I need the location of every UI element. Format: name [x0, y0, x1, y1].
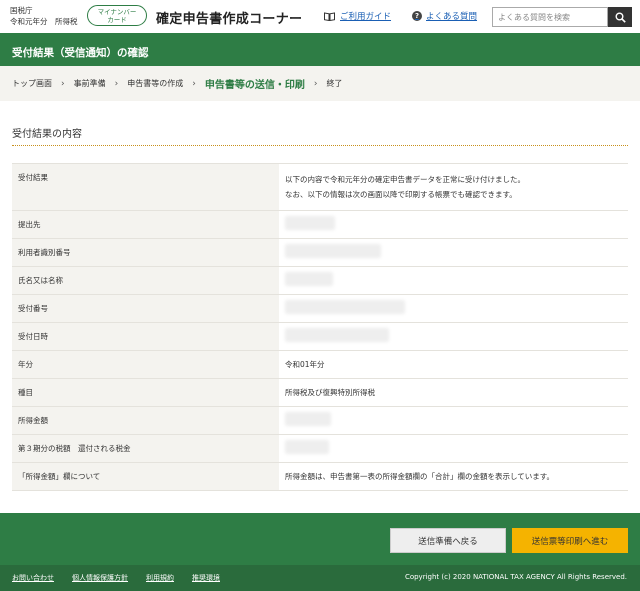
redacted-value: [285, 272, 333, 286]
page-title: 受付結果（受信通知）の確認: [0, 33, 640, 66]
search-button[interactable]: [608, 7, 632, 27]
table-row: 種目 所得税及び復興特別所得税: [12, 378, 628, 407]
row-value-redacted: [279, 434, 628, 463]
faq-label: よくある質問: [426, 12, 478, 22]
agency-subtitle: 令和元年分 所得税: [10, 17, 78, 26]
redacted-value: [285, 300, 405, 314]
action-bar: 送信準備へ戻る 送信票等印刷へ進む: [0, 513, 640, 565]
footer-link-privacy[interactable]: 個人情報保護方針: [72, 573, 128, 583]
faq-search-input[interactable]: [492, 7, 608, 27]
row-label: 所得金額: [12, 406, 279, 435]
breadcrumb-item-send-print: 申告書等の送信・印刷: [204, 80, 305, 91]
section-divider: [12, 145, 628, 146]
breadcrumb-item-top: トップ画面: [12, 79, 52, 88]
agency-logo[interactable]: 国税庁 令和元年分 所得税: [10, 5, 78, 27]
table-row: 「所得金額」欄について 所得金額は、申告書第一表の所得金額欄の「合計」欄の金額を…: [12, 462, 628, 491]
redacted-value: [285, 244, 381, 258]
breadcrumb-item-preparation: 事前準備: [73, 79, 106, 88]
row-value-redacted: [279, 238, 628, 267]
row-value-redacted: [279, 322, 628, 351]
row-label: 年分: [12, 350, 279, 379]
row-label: 「所得金額」欄について: [12, 462, 279, 491]
site-header: 国税庁 令和元年分 所得税 マイナンバー カード 確定申告書作成コーナー ご利用…: [0, 0, 640, 33]
chevron-right-icon: ›: [114, 78, 119, 89]
back-to-send-prep-button[interactable]: 送信準備へ戻る: [390, 528, 506, 553]
chevron-right-icon: ›: [192, 78, 196, 89]
row-value: 所得金額は、申告書第一表の所得金額欄の「合計」欄の金額を表示しています。: [279, 462, 628, 491]
row-label: 受付番号: [12, 294, 279, 323]
breadcrumb-item-finish: 終了: [326, 79, 343, 88]
row-label: 種目: [12, 378, 279, 407]
table-row: 氏名又は名称: [12, 266, 628, 295]
user-guide-link[interactable]: ご利用ガイド: [324, 10, 391, 22]
row-label: 受付結果: [12, 163, 279, 211]
agency-name: 国税庁: [10, 6, 33, 15]
proceed-to-print-button[interactable]: 送信票等印刷へ進む: [512, 528, 628, 553]
result-message-line1: 以下の内容で令和元年分の確定申告書データを正常に受け付けました。: [285, 175, 525, 184]
result-message-line2: なお、以下の情報は次の画面以降で印刷する帳票でも確認できます。: [285, 190, 517, 199]
table-row: 第３期分の税額 還付される税金: [12, 434, 628, 463]
breadcrumb: トップ画面 › 事前準備 › 申告書等の作成 › 申告書等の送信・印刷 › 終了: [0, 66, 640, 101]
row-label: 第３期分の税額 還付される税金: [12, 434, 279, 463]
book-icon: [324, 11, 335, 21]
redacted-value: [285, 440, 329, 454]
row-value-redacted: [279, 210, 628, 239]
mynumber-card-badge: マイナンバー カード: [87, 5, 147, 26]
chevron-right-icon: ›: [313, 78, 318, 89]
table-row: 受付結果 以下の内容で令和元年分の確定申告書データを正常に受け付けました。 なお…: [12, 163, 628, 211]
chevron-right-icon: ›: [61, 78, 65, 89]
row-value-redacted: [279, 294, 628, 323]
table-row: 年分 令和01年分: [12, 350, 628, 379]
footer-link-contact[interactable]: お問い合わせ: [12, 573, 54, 583]
table-row: 提出先: [12, 210, 628, 239]
row-value-redacted: [279, 406, 628, 435]
table-row: 受付日時: [12, 322, 628, 351]
breadcrumb-item-create: 申告書等の作成: [127, 79, 184, 88]
row-label: 受付日時: [12, 322, 279, 351]
footer-link-environment[interactable]: 推奨環境: [192, 573, 220, 583]
search-icon: [615, 12, 626, 23]
row-label: 氏名又は名称: [12, 266, 279, 295]
row-label: 利用者識別番号: [12, 238, 279, 267]
footer-links: お問い合わせ 個人情報保護方針 利用規約 推奨環境: [12, 573, 220, 583]
row-value: 以下の内容で令和元年分の確定申告書データを正常に受け付けました。 なお、以下の情…: [279, 163, 628, 211]
result-table: 受付結果 以下の内容で令和元年分の確定申告書データを正常に受け付けました。 なお…: [12, 163, 628, 491]
table-row: 受付番号: [12, 294, 628, 323]
copyright-text: Copyright (c) 2020 NATIONAL TAX AGENCY A…: [404, 573, 627, 581]
row-label: 提出先: [12, 210, 279, 239]
section-title: 受付結果の内容: [12, 129, 82, 140]
user-guide-label: ご利用ガイド: [340, 12, 392, 22]
table-row: 利用者識別番号: [12, 238, 628, 267]
question-icon: ?: [412, 11, 422, 21]
mynumber-badge-line2: カード: [107, 16, 127, 24]
redacted-value: [285, 412, 331, 426]
table-row: 所得金額: [12, 406, 628, 435]
mynumber-badge-line1: マイナンバー: [97, 8, 137, 16]
footer-link-terms[interactable]: 利用規約: [146, 573, 174, 583]
redacted-value: [285, 328, 389, 342]
faq-link[interactable]: ? よくある質問: [412, 10, 477, 22]
redacted-value: [285, 216, 335, 230]
row-value: 令和01年分: [279, 350, 628, 379]
row-value: 所得税及び復興特別所得税: [279, 378, 628, 407]
site-footer: お問い合わせ 個人情報保護方針 利用規約 推奨環境 Copyright (c) …: [0, 565, 640, 591]
content-panel: 受付結果の内容 受付結果 以下の内容で令和元年分の確定申告書データを正常に受け付…: [0, 101, 640, 513]
site-title: 確定申告書作成コーナー: [156, 12, 303, 27]
row-value-redacted: [279, 266, 628, 295]
